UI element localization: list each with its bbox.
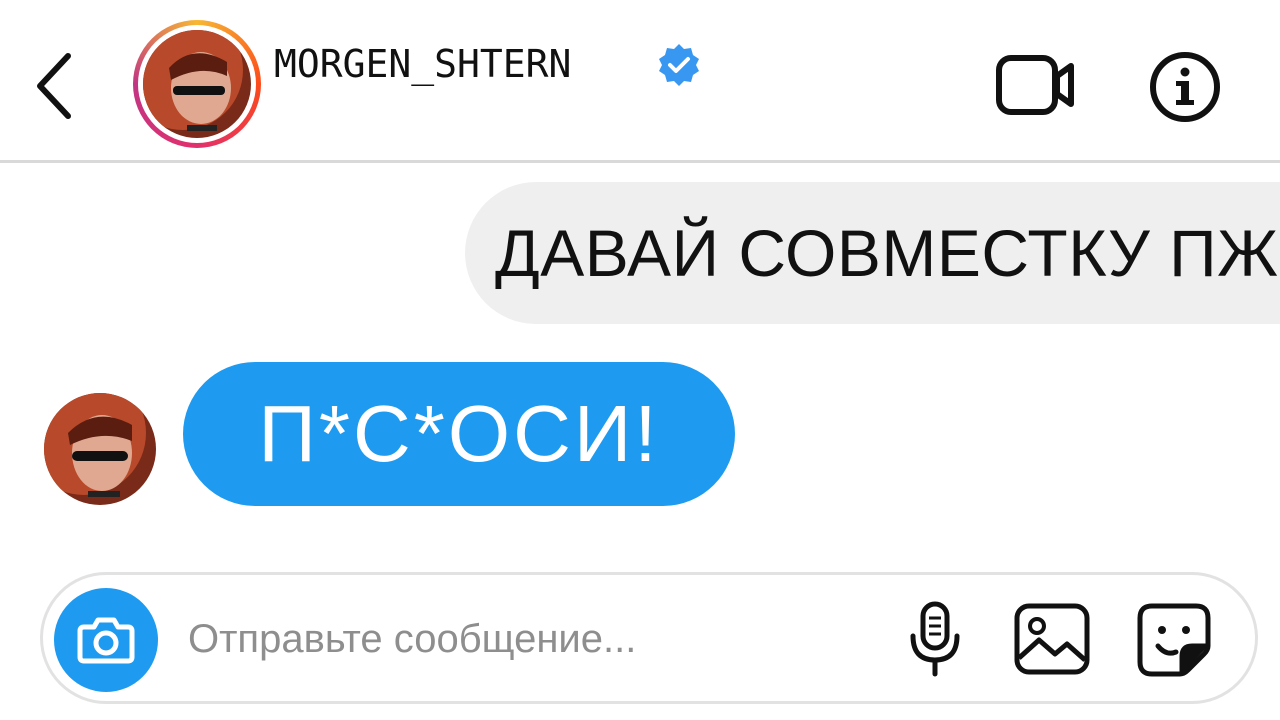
avatar-image [143, 30, 251, 138]
video-call-icon [996, 55, 1074, 115]
camera-button[interactable] [54, 588, 158, 692]
gallery-icon [1014, 603, 1090, 675]
gallery-button[interactable] [1013, 602, 1091, 676]
profile-avatar[interactable] [133, 20, 261, 148]
incoming-message[interactable]: П*С*ОСИ! [183, 362, 735, 506]
incoming-message-text: П*С*ОСИ! [258, 389, 660, 478]
chat-header: MORGEN_SHTERN [0, 0, 1280, 163]
sticker-icon [1137, 603, 1211, 677]
sender-avatar[interactable] [44, 393, 156, 505]
chat-username[interactable]: MORGEN_SHTERN [274, 40, 571, 88]
message-input[interactable] [188, 606, 878, 672]
outgoing-message-text: ДАВАЙ СОВМЕСТКУ ПЖ [495, 216, 1279, 290]
camera-icon [77, 617, 135, 664]
info-button[interactable] [1148, 50, 1222, 124]
video-call-button[interactable] [995, 52, 1077, 118]
back-button[interactable] [30, 50, 78, 122]
sticker-button[interactable] [1136, 602, 1212, 678]
outgoing-message[interactable]: ДАВАЙ СОВМЕСТКУ ПЖ [465, 182, 1280, 324]
microphone-icon [910, 601, 960, 677]
info-icon [1150, 52, 1220, 122]
microphone-button[interactable] [905, 600, 965, 678]
verified-badge-icon [659, 44, 699, 86]
back-chevron-icon [37, 53, 71, 119]
